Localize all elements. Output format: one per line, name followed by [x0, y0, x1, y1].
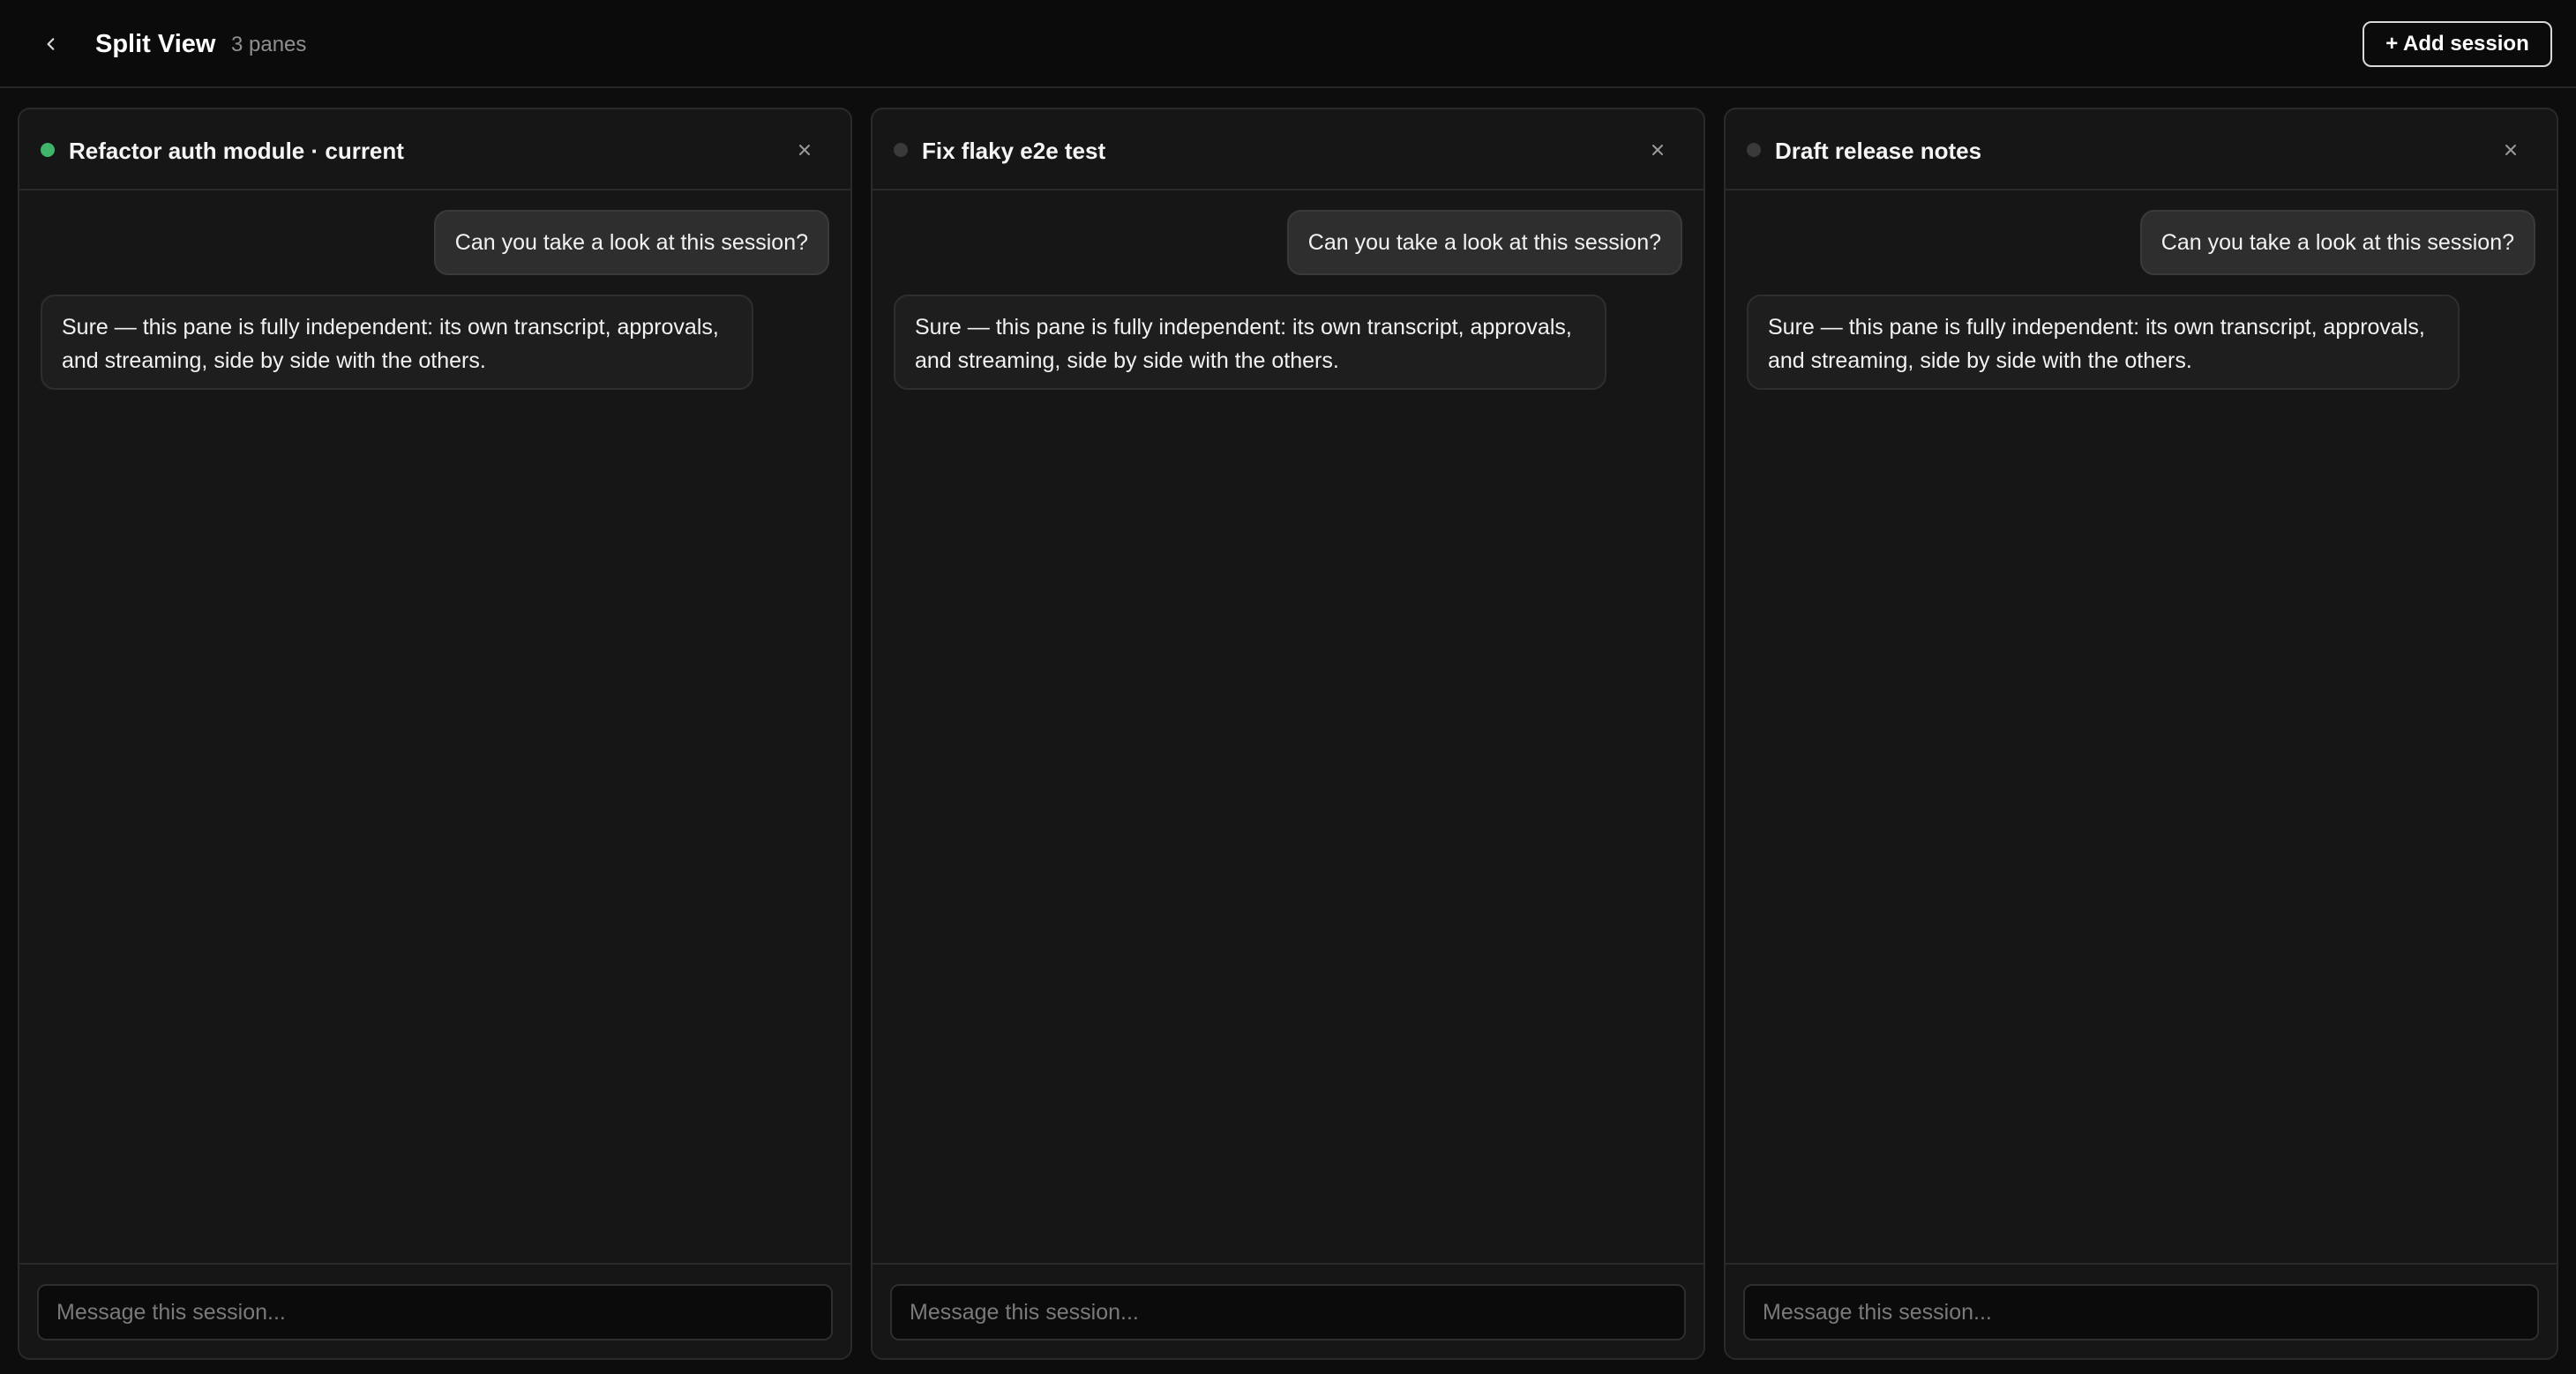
close-pane-button[interactable]	[2497, 136, 2525, 164]
close-icon	[799, 145, 810, 155]
user-message: Can you take a look at this session?	[2139, 210, 2535, 275]
message-composer	[872, 1263, 1704, 1358]
close-icon	[2505, 145, 2516, 155]
message-composer	[19, 1263, 850, 1358]
close-icon	[1652, 145, 1663, 155]
pane-count-label: 3 panes	[231, 33, 307, 56]
assistant-message: Sure — this pane is fully independent: i…	[41, 295, 753, 390]
pane-title: Fix flaky e2e test	[922, 138, 1106, 164]
assistant-message: Sure — this pane is fully independent: i…	[1747, 295, 2460, 390]
pane-header: Draft release notes	[1726, 109, 2557, 190]
message-input[interactable]	[37, 1284, 833, 1340]
pane-header: Fix flaky e2e test	[872, 109, 1704, 190]
page-title: Split View	[95, 30, 216, 58]
session-pane-1: Refactor auth module · current Can you t…	[18, 108, 852, 1360]
message-composer	[1726, 1263, 2557, 1358]
chevron-left-icon	[47, 38, 55, 50]
user-message: Can you take a look at this session?	[1286, 210, 1682, 275]
pane-title: Refactor auth module · current	[69, 138, 404, 164]
session-pane-3: Draft release notes Can you take a look …	[1724, 108, 2558, 1360]
user-message: Can you take a look at this session?	[433, 210, 829, 275]
top-bar: Split View 3 panes + Add session	[0, 0, 2576, 88]
status-dot-icon	[894, 143, 908, 157]
split-view-app: Split View 3 panes + Add session Refacto…	[0, 0, 2576, 1374]
session-pane-2: Fix flaky e2e test Can you take a look a…	[871, 108, 1705, 1360]
message-input[interactable]	[890, 1284, 1686, 1340]
status-dot-icon	[41, 143, 55, 157]
pane-title: Draft release notes	[1775, 138, 1982, 164]
assistant-message: Sure — this pane is fully independent: i…	[894, 295, 1606, 390]
back-button[interactable]	[34, 26, 69, 62]
close-pane-button[interactable]	[1644, 136, 1672, 164]
message-input[interactable]	[1743, 1284, 2539, 1340]
pane-header: Refactor auth module · current	[19, 109, 850, 190]
status-dot-icon	[1747, 143, 1761, 157]
add-session-button[interactable]: + Add session	[2363, 21, 2552, 67]
close-pane-button[interactable]	[790, 136, 819, 164]
